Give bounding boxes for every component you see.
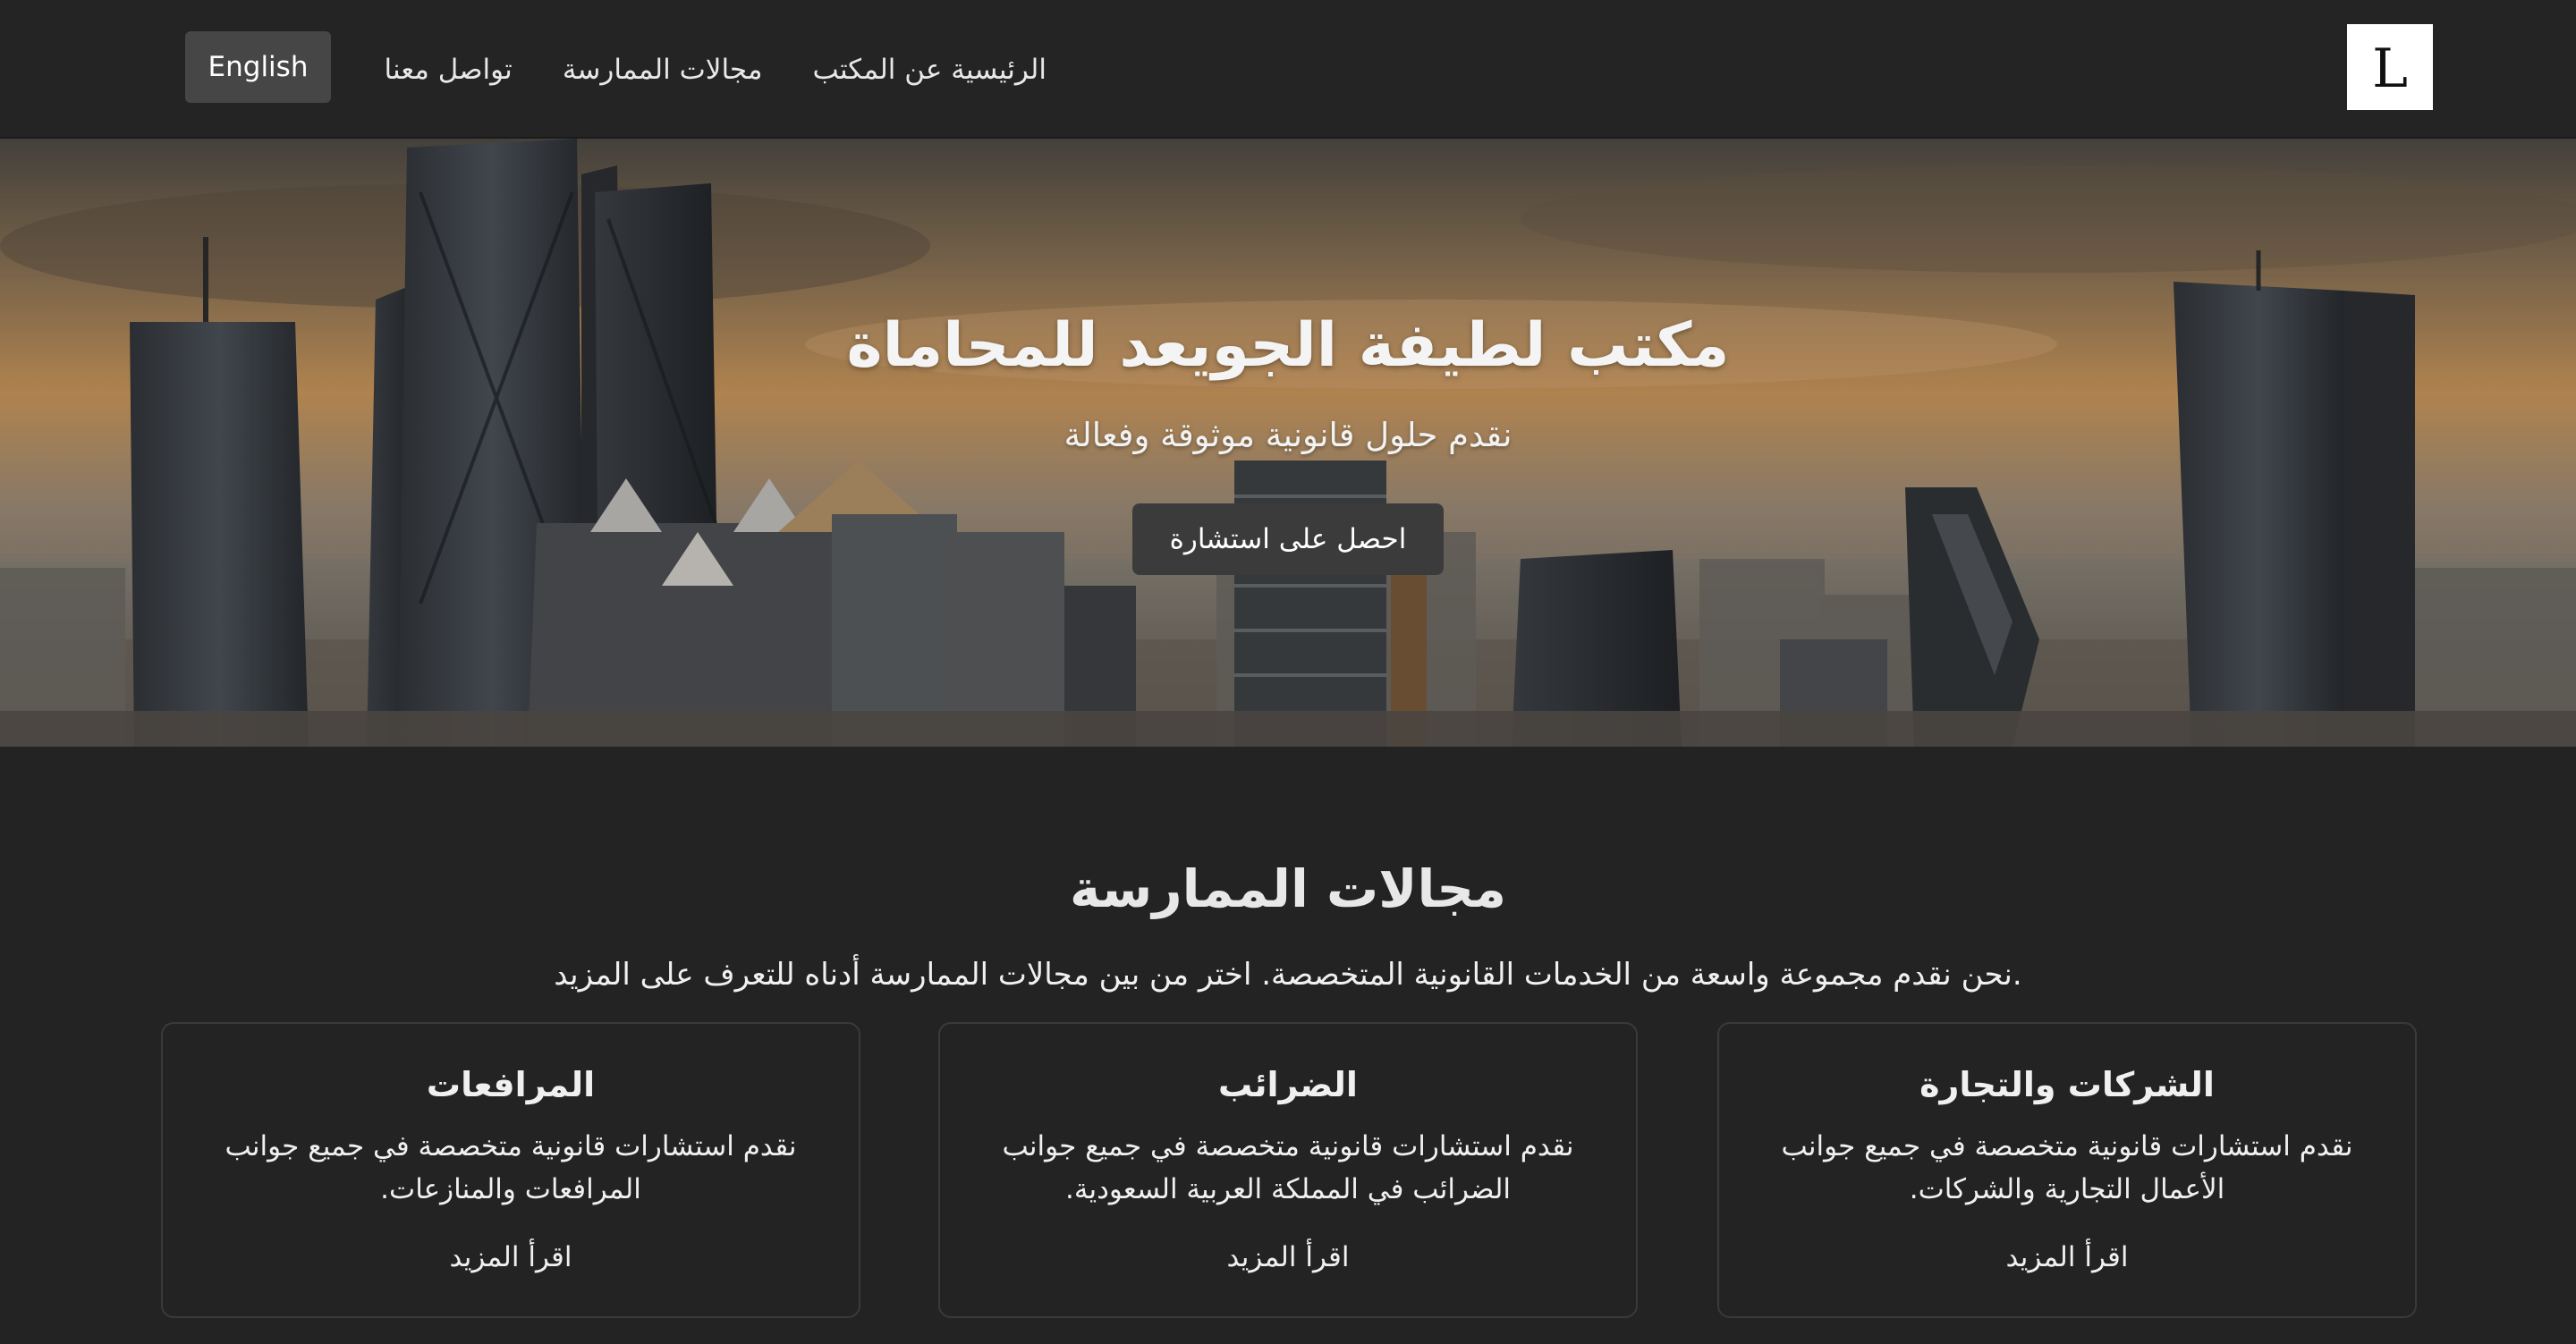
read-more-link[interactable]: اقرأ المزيد: [1719, 1241, 2415, 1273]
nav-link-home-about[interactable]: الرئيسية عن المكتب: [813, 54, 1046, 86]
navbar: L الرئيسية عن المكتب مجالات الممارسة توا…: [0, 0, 2576, 139]
nav-link-practice-areas[interactable]: مجالات الممارسة: [563, 54, 763, 86]
read-more-link[interactable]: اقرأ المزيد: [163, 1241, 859, 1273]
card-description: نقدم استشارات قانونية متخصصة في جميع جوا…: [225, 1130, 797, 1205]
card-title: الشركات والتجارة: [1919, 1065, 2215, 1104]
read-more-link[interactable]: اقرأ المزيد: [940, 1241, 1636, 1273]
practice-areas-title: مجالات الممارسة: [1070, 858, 1506, 919]
hero-banner: مكتب لطيفة الجويعد للمحاماة نقدم حلول قا…: [0, 139, 2576, 747]
practice-areas-description: نحن نقدم مجموعة واسعة من الخدمات القانون…: [554, 957, 2022, 993]
hero-subtitle: نقدم حلول قانونية موثوقة وفعالة: [1063, 416, 1513, 454]
card-description: نقدم استشارات قانونية متخصصة في جميع جوا…: [1781, 1130, 2353, 1205]
hero-title: مكتب لطيفة الجويعد للمحاماة: [846, 310, 1730, 381]
card-title: المرافعات: [426, 1065, 596, 1104]
logo[interactable]: L: [2347, 24, 2433, 110]
card-title: الضرائب: [1218, 1065, 1358, 1104]
get-consultation-button[interactable]: احصل على استشارة: [1132, 503, 1444, 575]
nav-link-contact[interactable]: تواصل معنا: [385, 54, 513, 86]
practice-card-corporate: الشركات والتجارة نقدم استشارات قانونية م…: [1717, 1022, 2417, 1318]
practice-card-tax: الضرائب نقدم استشارات قانونية متخصصة في …: [938, 1022, 1638, 1318]
logo-letter: L: [2372, 38, 2408, 100]
practice-card-litigation: المرافعات نقدم استشارات قانونية متخصصة ف…: [161, 1022, 860, 1318]
card-description: نقدم استشارات قانونية متخصصة في جميع جوا…: [1002, 1130, 1574, 1205]
language-toggle-button[interactable]: English: [185, 31, 331, 103]
